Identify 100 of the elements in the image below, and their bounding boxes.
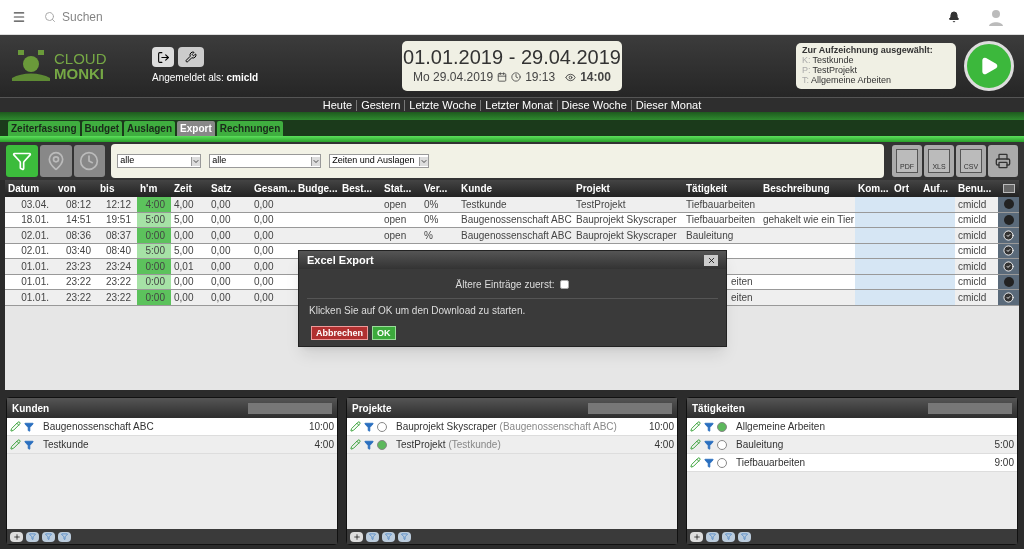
column-header[interactable]: Kunde — [458, 180, 573, 197]
menu-icon[interactable] — [12, 10, 26, 24]
settings-button[interactable] — [178, 47, 204, 67]
quick-link[interactable]: Dieser Monat — [630, 99, 706, 111]
add-button[interactable] — [690, 531, 703, 542]
quick-link[interactable]: Gestern — [356, 99, 405, 111]
column-header[interactable]: Datum — [5, 180, 55, 197]
column-header[interactable]: von — [55, 180, 97, 197]
list-item[interactable]: Allgemeine Arbeiten — [687, 418, 1017, 436]
column-header[interactable]: Benu... — [955, 180, 998, 197]
checkbox[interactable] — [560, 280, 570, 289]
panel-search-field[interactable] — [928, 402, 1012, 414]
filter-dropdown[interactable]: alle — [117, 154, 202, 168]
column-header[interactable]: Ort — [891, 180, 920, 197]
cancel-button[interactable]: Abbrechen — [311, 326, 368, 340]
check-circle-icon[interactable] — [1003, 245, 1014, 257]
filter-icon[interactable] — [704, 421, 714, 432]
column-header[interactable]: h'm — [137, 180, 171, 197]
column-header[interactable]: Budge... — [295, 180, 339, 197]
column-header[interactable]: Kom... — [855, 180, 891, 197]
list-item[interactable]: Bauprojekt Skyscraper (Baugenossenschaft ABC) 10:00 — [347, 418, 677, 436]
check-circle-icon[interactable] — [1003, 229, 1014, 241]
view-button[interactable] — [73, 145, 106, 177]
column-header[interactable]: Stat... — [381, 180, 421, 197]
add-button[interactable] — [350, 531, 363, 542]
logout-button[interactable] — [152, 47, 174, 67]
column-header[interactable]: Beschreibung — [760, 180, 855, 197]
radio-button[interactable] — [717, 457, 727, 468]
panel-title: Kunden — [12, 401, 50, 416]
filter-button[interactable] — [26, 531, 39, 542]
column-header[interactable]: Best... — [339, 180, 381, 197]
filter-button[interactable] — [722, 531, 735, 542]
tab[interactable]: Zeiterfassung — [8, 121, 80, 136]
column-header[interactable]: Tätigkeit — [683, 180, 760, 197]
column-header[interactable]: Zeit — [171, 180, 208, 197]
filter-icon[interactable] — [704, 439, 714, 450]
filter-button[interactable] — [706, 531, 719, 542]
filter-button[interactable] — [382, 531, 395, 542]
search-icon — [44, 11, 56, 23]
column-header[interactable]: Ver... — [421, 180, 458, 197]
filter-icon[interactable] — [364, 439, 374, 450]
filter-icon[interactable] — [704, 457, 714, 468]
filter-button[interactable] — [738, 531, 751, 542]
list-item[interactable]: Tiefbauarbeiten 9:00 — [687, 454, 1017, 472]
quick-link[interactable]: Diese Woche — [556, 99, 631, 111]
panel-search-field[interactable] — [248, 402, 332, 414]
filter-button[interactable] — [42, 531, 55, 542]
item-name: Bauleitung — [736, 438, 784, 452]
radio-button[interactable] — [717, 439, 727, 450]
quick-link[interactable]: Heute — [318, 99, 357, 111]
pencil-icon[interactable] — [690, 457, 701, 468]
total-text: 14:00 — [580, 69, 611, 86]
columns-icon[interactable] — [1002, 184, 1015, 193]
close-button[interactable] — [704, 254, 718, 266]
column-header[interactable]: Satz — [208, 180, 251, 197]
check-circle-icon[interactable] — [1003, 291, 1014, 303]
list-item[interactable]: Bauleitung 5:00 — [687, 436, 1017, 454]
time-text: 19:13 — [525, 69, 556, 86]
pencil-icon[interactable] — [690, 421, 701, 432]
list-item[interactable]: Baugenossenschaft ABC 10:00 — [7, 418, 337, 436]
panel-search-field[interactable] — [588, 402, 672, 414]
filter-icon — [385, 533, 392, 540]
tab[interactable]: Budget — [81, 121, 123, 136]
quick-link[interactable]: Letzte Woche — [404, 99, 481, 111]
filter-icon[interactable] — [364, 421, 374, 432]
radio-button[interactable] — [377, 439, 387, 450]
tab[interactable]: Export — [177, 121, 215, 136]
add-button[interactable] — [10, 531, 23, 542]
column-header[interactable]: Auf... — [920, 180, 955, 197]
column-header[interactable]: bis — [97, 180, 137, 197]
bell-icon[interactable] — [948, 11, 960, 23]
filter-button[interactable] — [398, 531, 411, 542]
item-name: Bauprojekt Skyscraper — [396, 420, 497, 434]
filter-dropdown[interactable]: Zeiten und Auslagen — [329, 154, 430, 168]
check-circle-icon[interactable] — [1003, 260, 1014, 272]
column-header[interactable]: Gesam... — [251, 180, 295, 197]
pencil-icon[interactable] — [350, 421, 361, 432]
list-item[interactable]: TestProjekt (Testkunde) 4:00 — [347, 436, 677, 454]
wrench-icon — [185, 51, 197, 63]
list-item[interactable]: Testkunde 4:00 — [7, 436, 337, 454]
play-button[interactable] — [964, 41, 1014, 91]
tab[interactable]: Auslagen — [124, 121, 176, 136]
filter-dropdown[interactable]: alle — [209, 154, 322, 168]
quick-link[interactable]: Letzter Monat — [480, 99, 557, 111]
table-cell — [855, 228, 891, 243]
table-cell-text: 03.04. — [20, 197, 50, 212]
tab[interactable]: Rechnungen — [216, 121, 284, 136]
filter-icon[interactable] — [24, 421, 34, 432]
filter-icon[interactable] — [24, 439, 34, 450]
filter-button[interactable] — [366, 531, 379, 542]
table-cell-text: 4,00 — [173, 197, 195, 212]
radio-button[interactable] — [717, 421, 727, 432]
pencil-icon[interactable] — [10, 421, 21, 432]
search-field[interactable]: Suchen — [62, 8, 262, 26]
clock-icon — [79, 151, 100, 171]
filter-button[interactable] — [58, 531, 71, 542]
column-header[interactable]: Projekt — [573, 180, 683, 197]
print-button[interactable] — [988, 145, 1018, 177]
view-button[interactable] — [39, 145, 72, 177]
radio-button[interactable] — [377, 421, 387, 432]
